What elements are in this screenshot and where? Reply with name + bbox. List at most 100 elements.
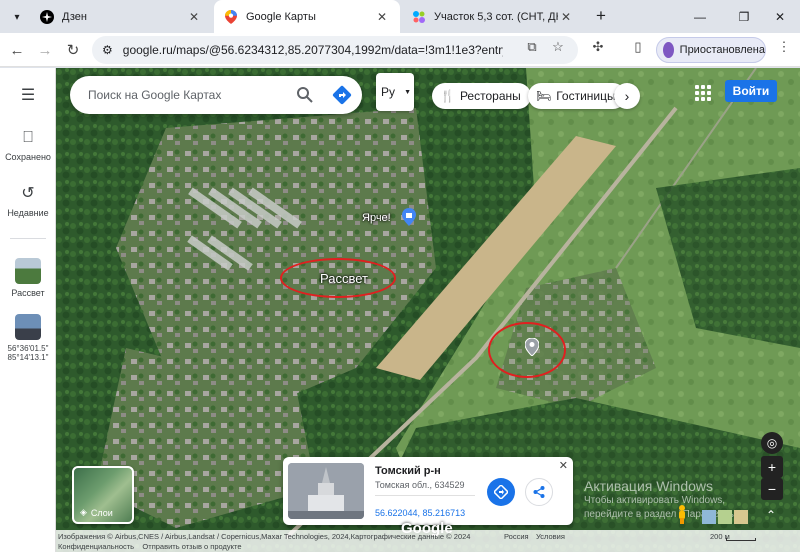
my-location-button[interactable]: ◎ xyxy=(761,432,783,454)
layers-button[interactable]: ◈ Слои xyxy=(72,466,134,524)
search-icon[interactable] xyxy=(296,86,314,104)
share-button[interactable] xyxy=(525,478,553,506)
forward-icon[interactable]: → xyxy=(32,37,58,63)
terms-link[interactable]: Условия xyxy=(536,532,565,541)
saved-button[interactable]: ⎕ Сохранено xyxy=(0,128,56,162)
country-link[interactable]: Россия xyxy=(504,532,529,541)
place-photo xyxy=(288,463,364,519)
language-label: Ру xyxy=(381,85,396,99)
chip-label: Гостиницы xyxy=(556,89,616,103)
imagery-thumbnails[interactable] xyxy=(702,510,748,524)
more-menu-icon[interactable]: ⋮ xyxy=(774,37,794,57)
plus-icon: + xyxy=(767,459,777,475)
browser-toolbar: ← → ↻ ⚙ google.ru/maps/@56.6234312,85.20… xyxy=(0,33,800,67)
search-input[interactable]: Поиск на Google Картах xyxy=(88,88,288,102)
new-tab-icon[interactable]: + xyxy=(590,5,612,27)
chip-hotels[interactable]: 🛏 Гостиницы xyxy=(528,83,626,109)
maps-sidebar: ☰ ⎕ Сохранено ↺ Недавние Рассвет 56°36'0… xyxy=(0,68,56,552)
directions-button[interactable] xyxy=(487,478,515,506)
tab-avito[interactable]: Участок 5,3 сот. (СНТ, ДНП) — ✕ xyxy=(402,0,584,33)
zoom-out-button[interactable]: − xyxy=(761,478,783,500)
recent-place-coords[interactable]: 56°36'01.5" 85°14'13.1" xyxy=(0,314,56,362)
chip-restaurants[interactable]: 🍴 Рестораны xyxy=(432,83,531,109)
chips-next-button[interactable]: › xyxy=(614,83,640,109)
tab-title: Google Карты xyxy=(246,10,316,23)
church-image xyxy=(288,463,364,519)
profile-button[interactable]: Приостановлена xyxy=(656,37,766,63)
poi-label[interactable]: Ярче! xyxy=(362,212,391,224)
place-thumbnail xyxy=(15,314,41,340)
history-icon: ↺ xyxy=(21,185,35,202)
tab-dzen[interactable]: Дзен ✕ xyxy=(30,0,212,33)
page-viewport: ☰ ⎕ Сохранено ↺ Недавние Рассвет 56°36'0… xyxy=(0,68,800,552)
location-pin-icon[interactable] xyxy=(525,338,539,356)
close-tab-icon[interactable]: ✕ xyxy=(186,10,202,24)
recent-place-rassvet[interactable]: Рассвет xyxy=(0,258,56,298)
minus-icon: − xyxy=(767,481,777,497)
chip-label: Рестораны xyxy=(459,89,521,103)
language-button[interactable]: Ру ▼ xyxy=(376,73,414,111)
feedback-link[interactable]: Отправить отзыв о продукте xyxy=(142,542,241,551)
extensions-icon[interactable]: ✣ xyxy=(588,37,608,57)
search-box[interactable]: Поиск на Google Картах xyxy=(70,76,362,114)
my-location-icon: ◎ xyxy=(766,436,778,450)
restore-icon[interactable]: ❐ xyxy=(724,0,764,33)
satellite-map[interactable]: Поиск на Google Картах Ру ▼ 🍴 Рестораны … xyxy=(56,68,800,552)
layers-label-wrap: ◈ Слои xyxy=(80,507,113,518)
recent-place-label: Рассвет xyxy=(11,288,45,298)
chevron-right-icon: › xyxy=(624,88,630,104)
close-tab-icon[interactable]: ✕ xyxy=(374,10,390,24)
close-window-icon[interactable]: ✕ xyxy=(760,0,800,33)
bookmark-star-icon[interactable]: ☆ xyxy=(548,37,568,57)
place-coords[interactable]: 56.622044, 85.216713 xyxy=(375,508,465,518)
close-icon[interactable]: ✕ xyxy=(559,459,568,472)
share-icon xyxy=(533,486,545,498)
back-icon[interactable]: ← xyxy=(4,37,30,63)
hotel-icon: 🛏 xyxy=(536,89,552,103)
install-app-icon[interactable]: ⧉ xyxy=(522,37,542,57)
shopping-pin-icon[interactable] xyxy=(402,208,416,226)
site-settings-icon[interactable]: ⚙ xyxy=(102,43,113,57)
restaurant-icon: 🍴 xyxy=(440,89,455,103)
place-card[interactable]: Томский р-н Томская обл., 634529 56.6220… xyxy=(283,457,573,525)
chevron-up-icon[interactable]: ⌃ xyxy=(766,508,776,522)
tab-title: Участок 5,3 сот. (СНТ, ДНП) — xyxy=(434,10,558,23)
apps-grid-icon[interactable] xyxy=(692,82,712,102)
avito-icon xyxy=(412,10,426,24)
privacy-link[interactable]: Конфиденциальность xyxy=(58,542,134,551)
close-tab-icon[interactable]: ✕ xyxy=(558,10,574,24)
sidebar-divider xyxy=(10,238,46,239)
address-bar[interactable]: ⚙ google.ru/maps/@56.6234312,85.2077304,… xyxy=(92,36,578,64)
tab-title: Дзен xyxy=(62,10,87,23)
signin-button[interactable]: Войти xyxy=(725,80,777,102)
scale-bar xyxy=(726,538,756,541)
imagery-attribution: Изображения © Airbus,CNES / Airbus,Lands… xyxy=(58,532,471,541)
zoom-in-button[interactable]: + xyxy=(761,456,783,478)
menu-button[interactable]: ☰ xyxy=(0,86,56,110)
place-title: Томский р-н xyxy=(375,465,441,477)
minimize-icon[interactable]: — xyxy=(680,0,720,33)
privacy-and-feedback: Конфиденциальность Отправить отзыв о про… xyxy=(58,542,242,551)
tab-search-icon[interactable]: ▾ xyxy=(6,6,28,28)
dzen-icon xyxy=(40,9,54,24)
side-panel-icon[interactable]: ▯ xyxy=(628,37,648,57)
place-address: Томская обл., 634529 xyxy=(375,480,465,490)
watermark-title: Активация Windows xyxy=(584,478,714,494)
directions-arrow-icon xyxy=(494,485,508,499)
url-text: google.ru/maps/@56.6234312,85.2077304,19… xyxy=(122,43,503,57)
menu-icon: ☰ xyxy=(20,87,36,104)
watermark-line: Чтобы активировать Windows, xyxy=(584,495,726,506)
coord-lat: 56°36'01.5" xyxy=(7,344,49,353)
recent-label: Недавние xyxy=(7,208,49,218)
place-label[interactable]: Рассвет xyxy=(320,271,368,286)
pegman-icon[interactable] xyxy=(676,504,688,524)
maps-pin-icon xyxy=(224,9,238,24)
recent-button[interactable]: ↺ Недавние xyxy=(0,184,56,218)
place-thumbnail xyxy=(15,258,41,284)
reload-icon[interactable]: ↻ xyxy=(60,37,86,63)
card-divider xyxy=(375,495,475,496)
bookmark-icon: ⎕ xyxy=(23,129,33,146)
attribution-bar: Изображения © Airbus,CNES / Airbus,Lands… xyxy=(56,530,800,552)
directions-icon[interactable] xyxy=(332,85,352,105)
tab-google-maps[interactable]: Google Карты ✕ xyxy=(214,0,400,33)
